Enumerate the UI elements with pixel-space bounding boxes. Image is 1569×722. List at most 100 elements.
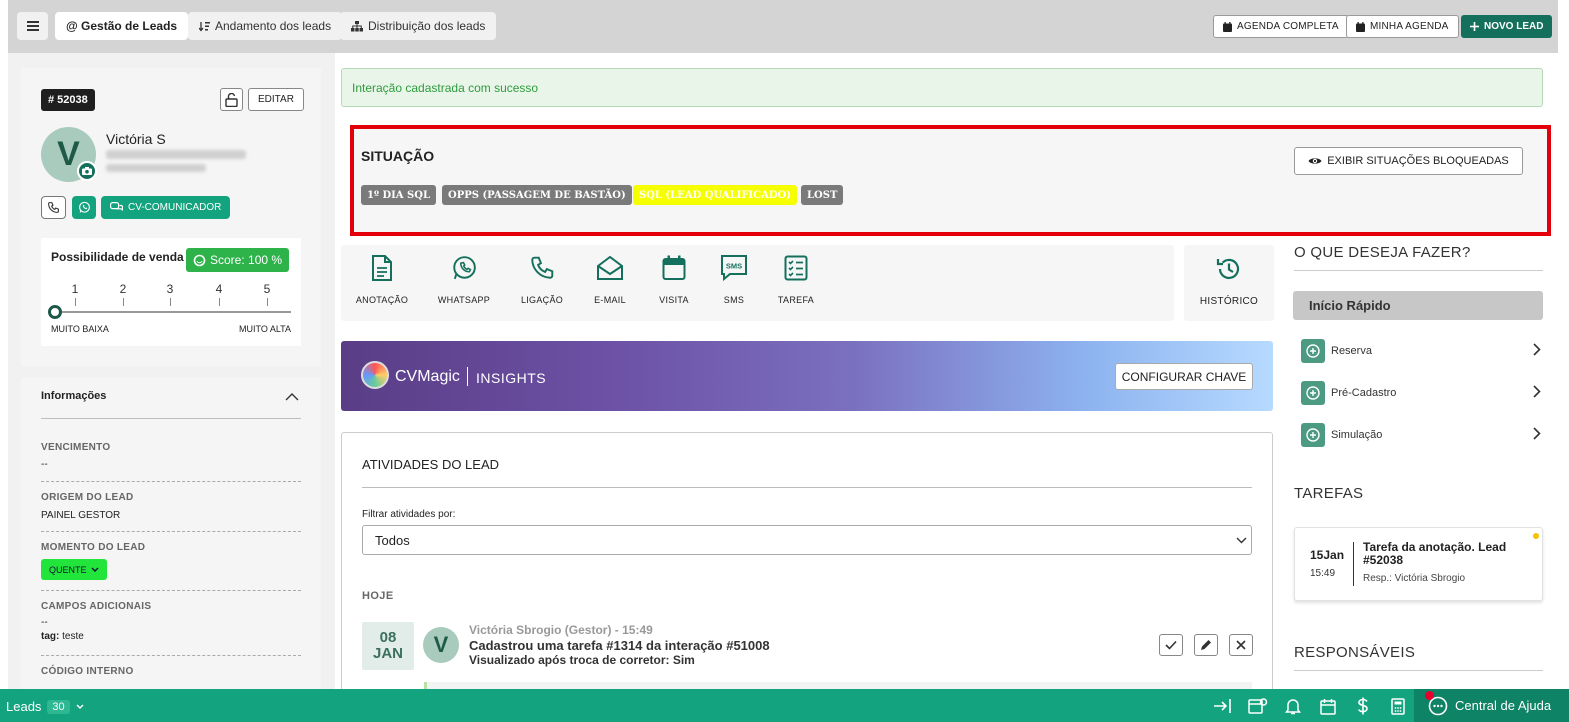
chevron-right-icon	[1533, 427, 1541, 440]
action-label: ANOTAÇÃO	[355, 295, 409, 305]
info-title[interactable]: Informações	[41, 390, 106, 402]
delete-activity-button[interactable]	[1229, 634, 1253, 656]
finance-button[interactable]	[1353, 697, 1373, 715]
call-button[interactable]	[41, 196, 66, 219]
cvmagic-banner: CVMagic INSIGHTS CONFIGURAR CHAVE	[341, 341, 1273, 411]
tab-distribuicao-dos-leads[interactable]: Distribuição dos leads	[340, 12, 497, 40]
menu-button[interactable]	[17, 12, 48, 40]
dollar-icon	[1356, 697, 1370, 715]
calendar-icon	[1223, 21, 1232, 32]
configurar-chave-button[interactable]: CONFIGURAR CHAVE	[1115, 363, 1253, 390]
field-label-codigo: CÓDIGO INTERNO	[41, 666, 134, 677]
divider	[41, 418, 301, 419]
quick-label: Reserva	[1331, 345, 1372, 357]
calendar-icon	[1320, 698, 1336, 715]
divider	[1294, 270, 1543, 271]
change-photo-button[interactable]	[77, 161, 97, 181]
exit-button[interactable]	[1213, 697, 1233, 715]
minha-agenda-button[interactable]: MINHA AGENDA	[1346, 15, 1459, 38]
central-de-ajuda-button[interactable]: Central de Ajuda	[1414, 689, 1569, 722]
minha-agenda-label: MINHA AGENDA	[1370, 21, 1449, 32]
inicio-rapido-header[interactable]: Início Rápido	[1293, 291, 1543, 320]
edit-activity-button[interactable]	[1194, 634, 1218, 656]
action-sms[interactable]: SMS SMS	[699, 245, 769, 321]
situacao-tag[interactable]: LOST	[801, 185, 844, 205]
chat-icon	[110, 202, 123, 213]
whatsapp-icon	[78, 201, 91, 214]
situacao-panel	[350, 125, 1551, 236]
activity-date: 08 JAN	[362, 622, 414, 670]
field-value-origem: PAINEL GESTOR	[41, 510, 121, 521]
actions-toolbar: ANOTAÇÃO WHATSAPP LIGAÇÃO E-MAIL VISITA …	[341, 245, 1174, 321]
quick-pre-cadastro[interactable]: Pré-Cadastro	[1301, 381, 1541, 405]
whatsapp-button[interactable]	[72, 196, 96, 219]
edit-lead-button[interactable]: EDITAR	[248, 88, 304, 111]
scale-tick-label: 5	[263, 282, 271, 296]
smile-icon	[193, 254, 206, 267]
scale-tick: 5	[259, 282, 275, 306]
lead-name: Victória S	[106, 131, 166, 147]
calendar-button[interactable]	[1318, 697, 1338, 715]
lead-id-badge: # 52038	[41, 89, 95, 111]
tab-andamento-dos-leads[interactable]: Andamento dos leads	[188, 12, 343, 40]
scale-tick: 3	[162, 282, 178, 306]
divider	[41, 531, 301, 532]
quick-reserva[interactable]: Reserva	[1301, 339, 1541, 363]
sms-icon: SMS	[720, 252, 748, 284]
quick-simulacao[interactable]: Simulação	[1301, 423, 1541, 447]
novo-lead-button[interactable]: NOVO LEAD	[1461, 15, 1553, 38]
note-icon	[371, 252, 393, 284]
historico-label: HISTÓRICO	[1199, 296, 1259, 307]
activity-detail-panel	[424, 682, 1252, 689]
complete-activity-button[interactable]	[1159, 634, 1183, 656]
quick-label: Pré-Cadastro	[1331, 387, 1397, 399]
calculator-button[interactable]	[1388, 697, 1408, 715]
action-whatsapp[interactable]: WHATSAPP	[429, 245, 499, 321]
calculator-icon	[1391, 697, 1405, 715]
chevron-up-icon	[285, 392, 299, 401]
agenda-completa-button[interactable]: AGENDA COMPLETA	[1213, 15, 1349, 38]
situacao-tag[interactable]: SQL (LEAD QUALIFICADO)	[633, 185, 797, 205]
lead-email-redacted	[106, 150, 246, 159]
score-badge: Score: 100 %	[186, 248, 290, 272]
eye-icon	[1308, 156, 1322, 166]
action-ligacao[interactable]: LIGAÇÃO	[507, 245, 577, 321]
filter-chevron[interactable]	[1236, 533, 1247, 547]
situacao-tag[interactable]: 1º DIA SQL	[361, 185, 436, 205]
unlock-button[interactable]	[220, 88, 243, 111]
plus-icon	[1470, 22, 1479, 31]
situacao-tag[interactable]: OPPS (PASSAGEM DE BASTÃO)	[442, 185, 632, 205]
sign-in-icon	[1213, 698, 1233, 714]
phone-icon	[47, 201, 60, 214]
sort-icon	[199, 21, 210, 32]
tab-gestao-de-leads[interactable]: @ Gestão de Leads	[55, 12, 189, 40]
cv-comunicador-button[interactable]: CV-COMUNICADOR	[101, 196, 231, 219]
action-tarefa[interactable]: TAREFA	[761, 245, 831, 321]
leads-counter-button[interactable]: Leads 30	[6, 699, 84, 714]
scale-tick-label: 1	[71, 282, 79, 296]
task-card[interactable]: 15Jan 15:49 Tarefa da anotação. Lead #52…	[1294, 527, 1543, 601]
calendar-settings-button[interactable]	[1248, 697, 1268, 715]
email-icon	[596, 252, 624, 284]
activity-day: 08	[379, 629, 397, 646]
activity-filter-select[interactable]: Todos	[362, 525, 1252, 555]
action-anotacao[interactable]: ANOTAÇÃO	[347, 245, 417, 321]
momento-dropdown[interactable]: QUENTE	[41, 559, 107, 580]
notifications-button[interactable]	[1283, 697, 1303, 715]
scale-tick: 1	[67, 282, 83, 306]
scale-tick-label: 3	[166, 282, 174, 296]
leads-count-badge: 30	[47, 699, 70, 714]
historico-button[interactable]: HISTÓRICO	[1184, 245, 1274, 321]
exibir-situacoes-button[interactable]: EXIBIR SITUAÇÕES BLOQUEADAS	[1294, 147, 1523, 175]
cvmagic-subtitle: INSIGHTS	[476, 370, 547, 386]
activities-title: ATIVIDADES DO LEAD	[362, 457, 500, 472]
possibility-slider-track[interactable]	[55, 311, 291, 313]
collapse-button[interactable]	[285, 390, 299, 404]
scale-max-label: MUITO ALTA	[238, 324, 291, 334]
action-label: SMS	[723, 295, 745, 305]
info-card	[21, 378, 321, 689]
possibility-slider-handle[interactable]	[48, 305, 62, 319]
action-email[interactable]: E-MAIL	[575, 245, 645, 321]
whatsapp-icon	[451, 252, 477, 284]
chevron-right-icon	[1533, 385, 1541, 398]
